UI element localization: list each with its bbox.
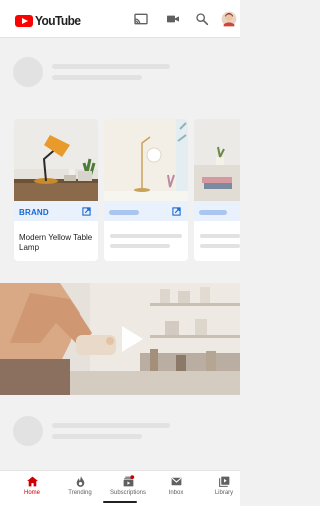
placeholder-pill: [109, 210, 139, 215]
nav-label: Trending: [68, 490, 92, 496]
placeholder-line: [52, 64, 170, 69]
library-icon: [218, 476, 229, 487]
placeholder-avatar: [13, 416, 43, 446]
home-indicator[interactable]: [103, 501, 137, 503]
placeholder-line: [110, 234, 182, 238]
product-card[interactable]: [194, 119, 240, 261]
placeholder-line: [110, 244, 170, 248]
open-external-icon[interactable]: [82, 207, 91, 216]
youtube-play-icon: [15, 14, 33, 27]
nav-label: Library: [214, 490, 234, 496]
product-title: Modern Yellow Table Lamp: [19, 233, 93, 252]
search-icon[interactable]: [194, 11, 210, 27]
nav-item-library[interactable]: Library: [200, 473, 248, 503]
placeholder-line: [52, 423, 170, 428]
placeholder-line: [52, 75, 142, 80]
card-meta-bar: BRAND: [14, 201, 98, 221]
cast-icon[interactable]: [133, 11, 149, 27]
nav-item-trending[interactable]: Trending: [56, 473, 104, 503]
product-image-lamp: [104, 119, 188, 201]
card-meta-bar: [104, 201, 188, 221]
avatar[interactable]: [221, 11, 237, 27]
placeholder-avatar: [13, 57, 43, 87]
flame-icon: [76, 476, 84, 487]
brand-label: BRAND: [19, 208, 49, 217]
logo-text: YouTube: [35, 13, 81, 28]
product-card[interactable]: [104, 119, 188, 261]
placeholder-line: [52, 434, 142, 439]
open-external-icon[interactable]: [172, 207, 181, 216]
product-image-lamp: [14, 119, 98, 201]
play-icon[interactable]: [120, 325, 144, 353]
camera-icon[interactable]: [165, 11, 181, 27]
loading-placeholder-top: [0, 42, 240, 102]
nav-item-home[interactable]: Home: [8, 473, 56, 503]
inbox-icon: [171, 477, 181, 486]
subscriptions-icon: [123, 475, 134, 487]
placeholder-line: [200, 234, 240, 238]
placeholder-line: [200, 244, 240, 248]
card-meta-bar: [194, 201, 240, 221]
placeholder-pill: [199, 210, 227, 215]
loading-placeholder-bottom: [0, 402, 240, 462]
product-card[interactable]: BRAND Modern Yellow Table Lamp: [14, 119, 98, 261]
youtube-logo[interactable]: YouTube: [15, 13, 84, 28]
nav-item-inbox[interactable]: Inbox: [152, 473, 200, 503]
nav-item-subscriptions[interactable]: Subscriptions: [104, 473, 152, 503]
nav-label: Inbox: [168, 490, 184, 496]
nav-label: Subscriptions: [109, 490, 147, 496]
top-app-bar: YouTube: [0, 0, 240, 38]
product-image-decor: [194, 119, 240, 201]
home-icon: [26, 476, 38, 487]
nav-label: Home: [23, 490, 40, 496]
